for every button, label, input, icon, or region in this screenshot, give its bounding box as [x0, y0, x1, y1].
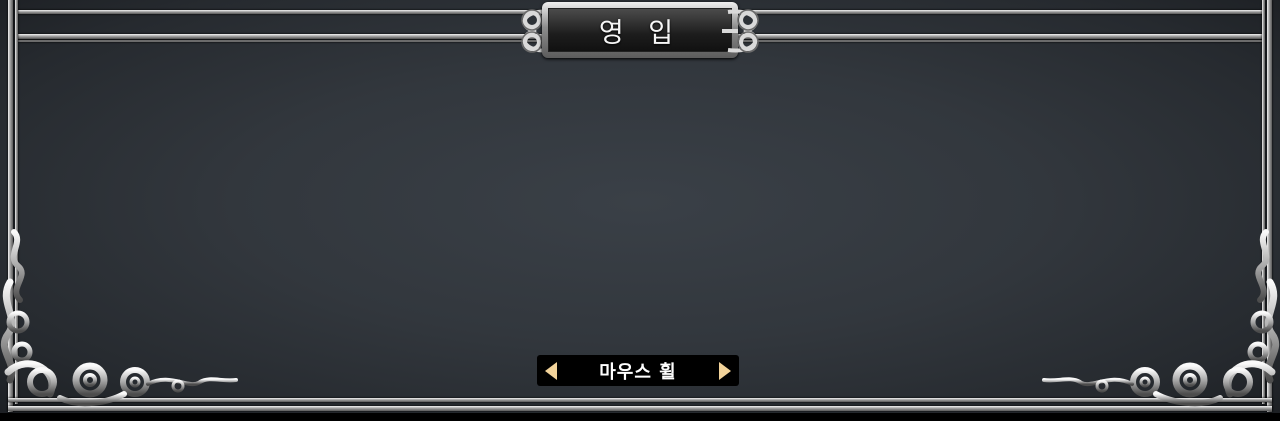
mouse-wheel-label: 마우스 휠 [599, 361, 677, 383]
recruit-panel: 영 입 마우스 휠 [0, 0, 1280, 421]
next-page-button[interactable] [711, 355, 739, 386]
corner-scroll-ornament-left [0, 229, 238, 407]
title-inner: 영 입 [548, 8, 732, 52]
prev-page-button[interactable] [537, 355, 565, 386]
arrow-right-icon [718, 361, 731, 380]
frame-bottom-edge [0, 413, 1280, 421]
title-plaque: 영 입 [512, 0, 768, 62]
window-title: 영 입 [598, 17, 682, 49]
page-navigator: 마우스 휠 [537, 355, 739, 386]
celtic-knot-icon [722, 9, 759, 53]
title-plate: 영 입 [542, 2, 738, 58]
corner-scroll-ornament-right [1042, 229, 1280, 407]
arrow-left-icon [545, 361, 557, 380]
